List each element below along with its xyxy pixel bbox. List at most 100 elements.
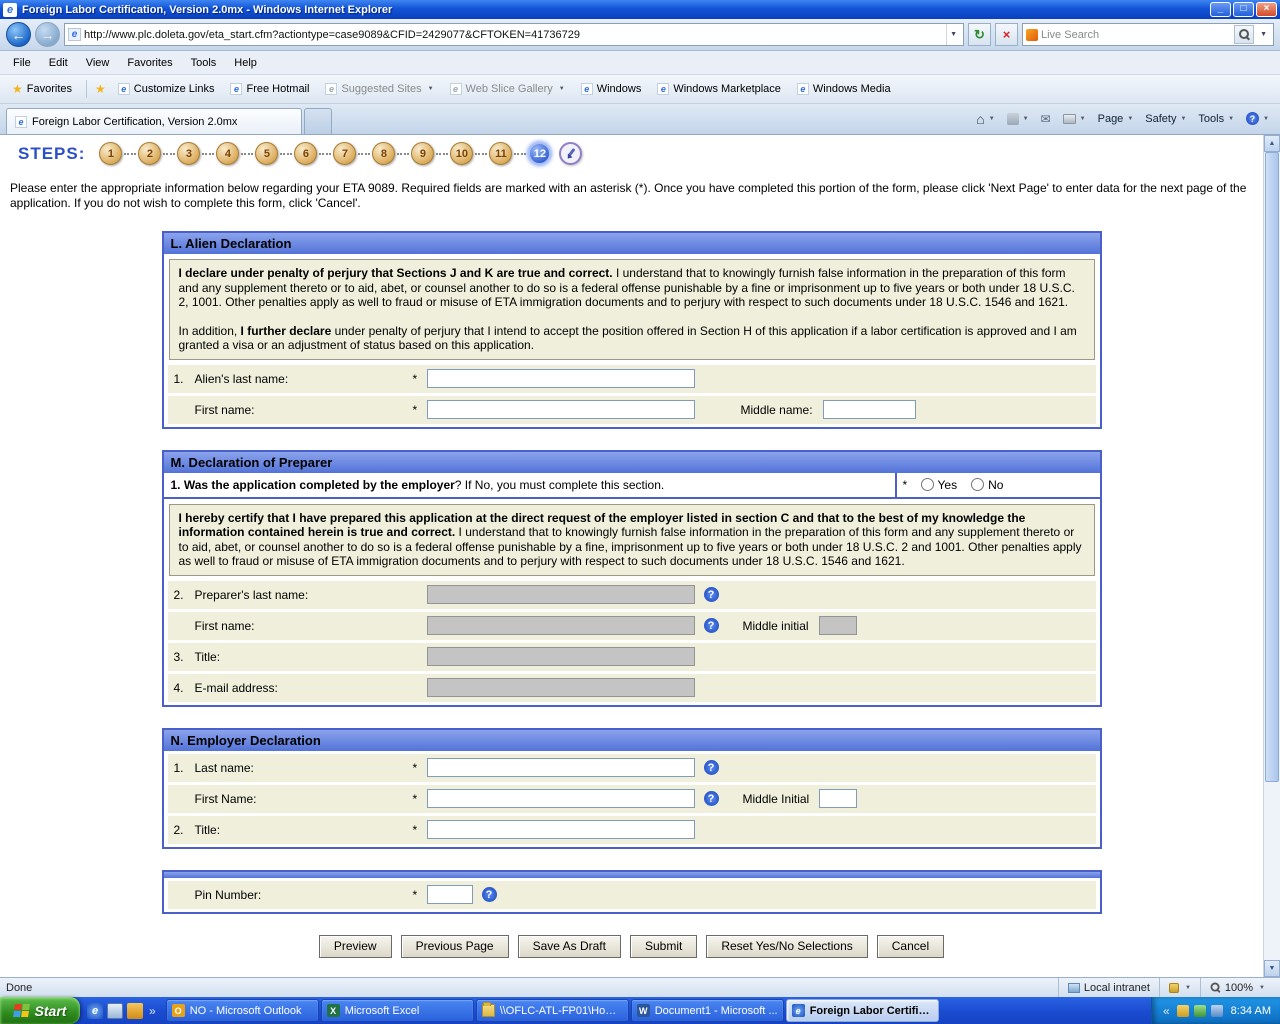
step-12-active[interactable]: 12	[528, 142, 551, 165]
print-button[interactable]: ▼	[1058, 111, 1091, 127]
tray-collapse-chevron[interactable]: «	[1161, 1004, 1172, 1018]
network-icon[interactable]	[1194, 1005, 1206, 1017]
step-10[interactable]: 10	[450, 142, 473, 165]
search-button[interactable]	[1234, 25, 1254, 44]
quick-launch-overflow-chevron[interactable]: »	[147, 1004, 158, 1018]
completed-by-employer-yes-radio[interactable]	[921, 478, 934, 491]
show-desktop-icon[interactable]	[107, 1003, 123, 1019]
scroll-up-button[interactable]: ▲	[1264, 135, 1280, 152]
preview-button[interactable]: Preview	[319, 935, 392, 958]
taskbar-window-foreign-labor-certification[interactable]: e Foreign Labor Certific...	[786, 999, 939, 1022]
employer-last-name-help-icon[interactable]: ?	[704, 760, 719, 775]
step-7[interactable]: 7	[333, 142, 356, 165]
step-9[interactable]: 9	[411, 142, 434, 165]
tools-menu-button[interactable]: Tools▼	[1193, 110, 1239, 128]
taskbar-window-outlook[interactable]: O NO - Microsoft Outlook	[166, 999, 319, 1022]
safety-menu-button[interactable]: Safety▼	[1140, 110, 1191, 128]
help-menu-button[interactable]: ?▼	[1241, 109, 1274, 128]
menu-tools[interactable]: Tools	[182, 53, 226, 73]
url-input[interactable]	[84, 29, 943, 41]
close-button[interactable]: ×	[1256, 2, 1277, 17]
protected-mode-indicator[interactable]: ▼	[1159, 978, 1200, 997]
step-3[interactable]: 3	[177, 142, 200, 165]
step-5[interactable]: 5	[255, 142, 278, 165]
home-button[interactable]: ⌂▼	[971, 108, 999, 130]
forward-button[interactable]: →	[35, 22, 60, 47]
step-4[interactable]: 4	[216, 142, 239, 165]
cancel-button[interactable]: Cancel	[877, 935, 944, 958]
menu-file[interactable]: File	[4, 53, 40, 73]
quick-launch-ie-icon[interactable]: e	[87, 1003, 103, 1019]
declaration-bold-text: I declare under penalty of perjury that …	[179, 266, 613, 280]
menu-edit[interactable]: Edit	[40, 53, 77, 73]
scrollbar-thumb[interactable]	[1265, 152, 1279, 782]
preparer-first-name-help-icon[interactable]: ?	[704, 618, 719, 633]
scroll-down-button[interactable]: ▼	[1264, 960, 1280, 977]
volume-icon[interactable]	[1211, 1005, 1223, 1017]
menu-favorites[interactable]: Favorites	[118, 53, 181, 73]
step-8[interactable]: 8	[372, 142, 395, 165]
read-mail-button[interactable]: ✉	[1036, 109, 1056, 129]
employer-last-name-input[interactable]	[427, 758, 695, 777]
reset-yes-no-selections-button[interactable]: Reset Yes/No Selections	[706, 935, 867, 958]
page-menu-button[interactable]: Page▼	[1093, 110, 1139, 128]
alien-middle-name-input[interactable]	[823, 400, 916, 419]
field-number: 3.	[174, 650, 195, 664]
search-input[interactable]	[1041, 29, 1231, 41]
pin-number-input[interactable]	[427, 885, 473, 904]
step-6[interactable]: 6	[294, 142, 317, 165]
preparer-last-name-help-icon[interactable]: ?	[704, 587, 719, 602]
add-to-favorites-bar-icon[interactable]: ★	[95, 82, 106, 96]
address-dropdown-icon[interactable]: ▼	[946, 24, 960, 45]
favorites-link-windows-marketplace[interactable]: eWindows Marketplace	[653, 80, 785, 98]
favorites-button[interactable]: ★ Favorites	[6, 79, 78, 99]
search-dropdown-icon[interactable]: ▼	[1257, 24, 1270, 45]
menu-help[interactable]: Help	[225, 53, 266, 73]
taskbar-window-word[interactable]: W Document1 - Microsoft ...	[631, 999, 784, 1022]
help-icon: ?	[1246, 112, 1259, 125]
employer-title-input[interactable]	[427, 820, 695, 839]
menu-view[interactable]: View	[77, 53, 119, 73]
step-11[interactable]: 11	[489, 142, 512, 165]
scrollbar-track[interactable]	[1264, 152, 1280, 960]
submit-button[interactable]: Submit	[630, 935, 697, 958]
step-2[interactable]: 2	[138, 142, 161, 165]
taskbar-window-explorer-folder[interactable]: \\OFLC-ATL-FP01\Home\...	[476, 999, 629, 1022]
back-button[interactable]: ←	[6, 22, 31, 47]
favorites-link-customize-links[interactable]: eCustomize Links	[114, 80, 219, 98]
previous-page-button[interactable]: Previous Page	[401, 935, 509, 958]
favorites-link-windows[interactable]: eWindows	[577, 80, 646, 98]
vertical-scrollbar[interactable]: ▲ ▼	[1263, 135, 1280, 977]
step-edit[interactable]	[559, 142, 582, 165]
security-alert-icon[interactable]	[1177, 1005, 1189, 1017]
taskbar-window-title: Microsoft Excel	[345, 1005, 420, 1017]
completed-by-employer-no-radio[interactable]	[971, 478, 984, 491]
employer-first-name-help-icon[interactable]: ?	[704, 791, 719, 806]
tab-foreign-labor-certification[interactable]: e Foreign Labor Certification, Version 2…	[6, 108, 302, 134]
address-bar[interactable]: e ▼	[64, 23, 964, 46]
minimize-button[interactable]: _	[1210, 2, 1231, 17]
maximize-button[interactable]: □	[1233, 2, 1254, 17]
feeds-button[interactable]: ▼	[1002, 110, 1034, 128]
refresh-button[interactable]: ↻	[968, 23, 991, 46]
taskbar-window-excel[interactable]: X Microsoft Excel	[321, 999, 474, 1022]
new-tab-stub[interactable]	[304, 108, 332, 134]
favorites-link-free-hotmail[interactable]: eFree Hotmail	[226, 80, 313, 98]
employer-first-name-input[interactable]	[427, 789, 695, 808]
start-button[interactable]: Start	[0, 997, 80, 1024]
favorites-link-suggested-sites[interactable]: eSuggested Sites▼	[321, 80, 437, 98]
step-1[interactable]: 1	[99, 142, 122, 165]
save-as-draft-button[interactable]: Save As Draft	[518, 935, 621, 958]
favorites-link-web-slice-gallery[interactable]: eWeb Slice Gallery▼	[446, 80, 569, 98]
stop-button[interactable]: ×	[995, 23, 1018, 46]
pin-number-help-icon[interactable]: ?	[482, 887, 497, 902]
zoom-control[interactable]: 100% ▼	[1200, 978, 1274, 997]
taskbar-clock[interactable]: 8:34 AM	[1231, 1005, 1271, 1017]
alien-first-name-input[interactable]	[427, 400, 695, 419]
favorites-link-windows-media[interactable]: eWindows Media	[793, 80, 895, 98]
alien-last-name-input[interactable]	[427, 369, 695, 388]
quick-launch-app-icon[interactable]	[127, 1003, 143, 1019]
ie-logo-icon: e	[3, 3, 17, 17]
employer-middle-initial-input[interactable]	[819, 789, 857, 808]
form-instructions: Please enter the appropriate information…	[10, 181, 1249, 211]
